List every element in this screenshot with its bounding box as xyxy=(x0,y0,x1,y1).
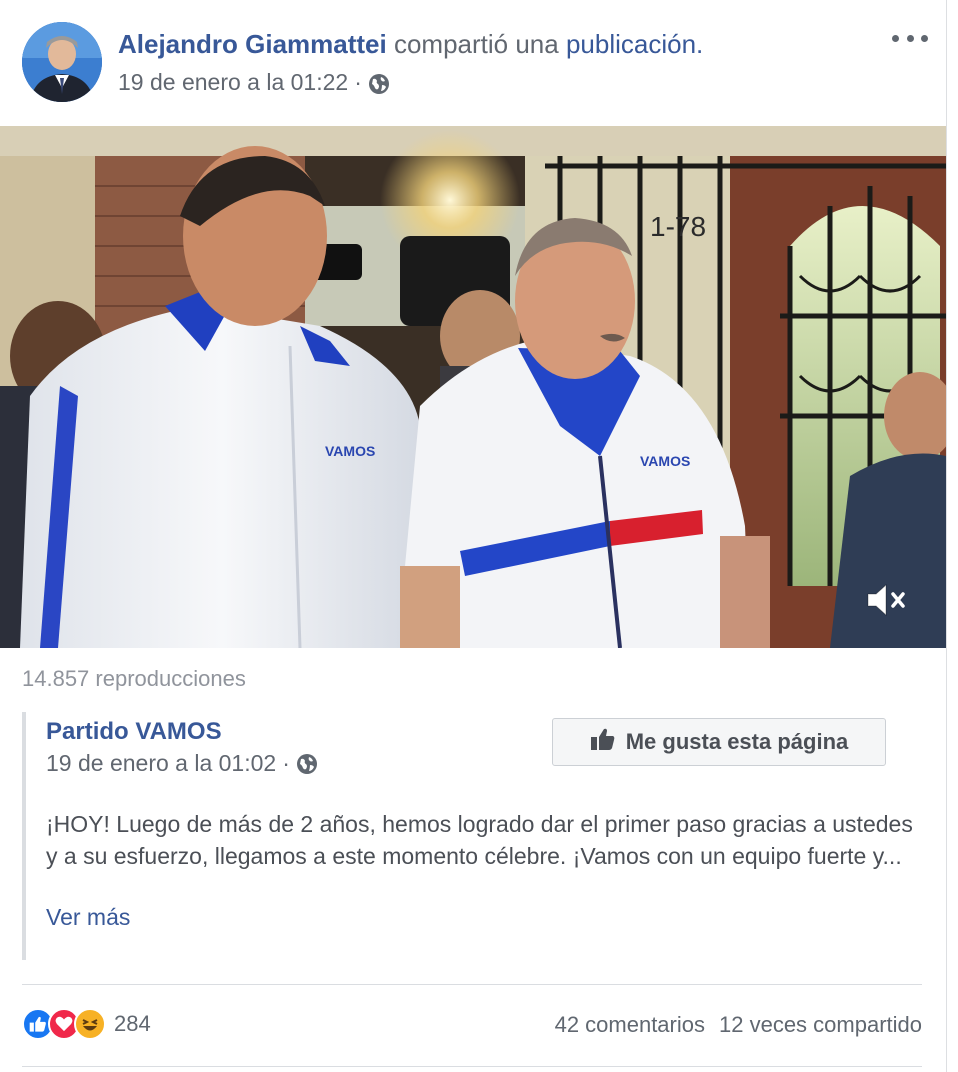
shared-publication-link[interactable]: publicación. xyxy=(566,29,703,59)
meta-separator: · xyxy=(354,69,362,95)
video-player[interactable]: 1-78 VAMOS VAMOS xyxy=(0,126,946,648)
view-count: 14.857 reproducciones xyxy=(22,666,246,691)
video-frame: 1-78 VAMOS VAMOS xyxy=(0,126,946,648)
shared-post: Partido VAMOS 19 de enero a la 01:02 · M… xyxy=(22,712,926,960)
like-page-label: Me gusta esta página xyxy=(625,729,849,754)
post-meta: 19 de enero a la 01:22 · xyxy=(118,66,390,98)
engagement-stats: 42 comentarios 12 veces compartido xyxy=(555,1012,922,1038)
haha-icon xyxy=(74,1008,106,1040)
post-timestamp[interactable]: 19 de enero a la 01:22 xyxy=(118,66,348,98)
thumbs-up-icon xyxy=(590,727,616,757)
svg-text:VAMOS: VAMOS xyxy=(325,443,375,459)
like-page-button[interactable]: Me gusta esta página xyxy=(552,718,886,766)
reaction-count: 284 xyxy=(114,1011,151,1036)
shared-post-meta: 19 de enero a la 01:02 · xyxy=(46,750,318,777)
page-name-link[interactable]: Partido VAMOS xyxy=(46,718,222,746)
more-options-icon[interactable] xyxy=(890,24,930,52)
feed-post: Alejandro Giammattei compartió una publi… xyxy=(0,0,947,1072)
svg-text:1-78: 1-78 xyxy=(650,211,706,242)
svg-text:VAMOS: VAMOS xyxy=(640,453,690,469)
meta-separator: · xyxy=(282,750,290,776)
shares-count-link[interactable]: 12 veces compartido xyxy=(719,1012,922,1038)
reactions-summary[interactable]: 284 xyxy=(22,1008,151,1040)
comments-count-link[interactable]: 42 comentarios xyxy=(555,1012,705,1038)
shared-post-text: ¡HOY! Luego de más de 2 años, hemos logr… xyxy=(46,811,913,869)
globe-icon[interactable] xyxy=(296,753,318,775)
author-avatar[interactable] xyxy=(22,22,102,102)
author-name-link[interactable]: Alejandro Giammattei xyxy=(118,29,387,59)
footer-divider xyxy=(22,984,922,985)
actions-divider xyxy=(22,1066,922,1067)
muted-speaker-icon[interactable] xyxy=(864,580,910,620)
post-header-line: Alejandro Giammattei compartió una publi… xyxy=(118,28,703,60)
see-more-link[interactable]: Ver más xyxy=(46,904,130,931)
share-verb: compartió una xyxy=(393,29,559,59)
globe-icon[interactable] xyxy=(368,71,390,94)
shared-post-timestamp[interactable]: 19 de enero a la 01:02 xyxy=(46,750,276,777)
